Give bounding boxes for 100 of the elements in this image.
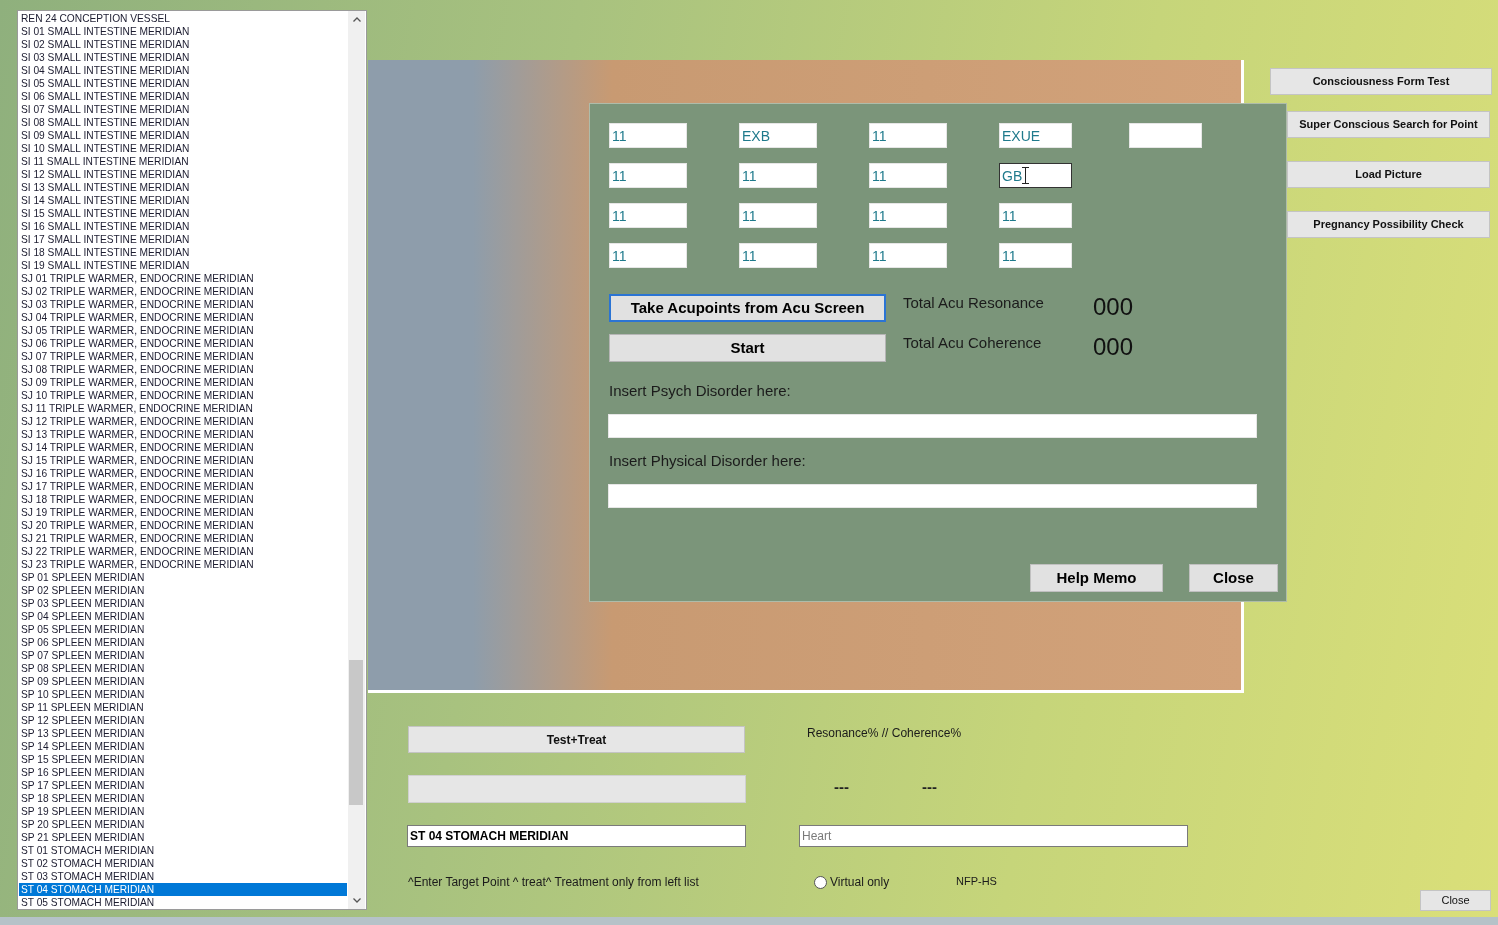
list-item[interactable]: SJ 06 TRIPLE WARMER, ENDOCRINE MERIDIAN — [19, 337, 347, 350]
point-field[interactable]: 11 — [999, 243, 1072, 268]
list-item[interactable]: SI 04 SMALL INTESTINE MERIDIAN — [19, 64, 347, 77]
point-field[interactable]: EXUE — [999, 123, 1072, 148]
list-item[interactable]: SJ 19 TRIPLE WARMER, ENDOCRINE MERIDIAN — [19, 506, 347, 519]
list-item[interactable]: SP 15 SPLEEN MERIDIAN — [19, 753, 347, 766]
list-item[interactable]: SP 02 SPLEEN MERIDIAN — [19, 584, 347, 597]
list-item[interactable]: REN 24 CONCEPTION VESSEL — [19, 12, 347, 25]
list-item[interactable]: SJ 20 TRIPLE WARMER, ENDOCRINE MERIDIAN — [19, 519, 347, 532]
list-item[interactable]: SP 09 SPLEEN MERIDIAN — [19, 675, 347, 688]
list-item[interactable]: SJ 05 TRIPLE WARMER, ENDOCRINE MERIDIAN — [19, 324, 347, 337]
list-item[interactable]: SJ 16 TRIPLE WARMER, ENDOCRINE MERIDIAN — [19, 467, 347, 480]
point-field[interactable]: 11 — [869, 123, 947, 148]
point-field[interactable]: 11 — [739, 163, 817, 188]
side-button[interactable]: Pregnancy Possibility Check — [1287, 211, 1490, 238]
point-field[interactable]: 11 — [999, 203, 1072, 228]
list-item[interactable]: SP 12 SPLEEN MERIDIAN — [19, 714, 347, 727]
radio-button[interactable] — [814, 875, 827, 889]
point-field[interactable]: 11 — [739, 243, 817, 268]
scroll-up-icon[interactable] — [352, 17, 361, 22]
list-item[interactable]: SI 15 SMALL INTESTINE MERIDIAN — [19, 207, 347, 220]
list-item[interactable]: SP 07 SPLEEN MERIDIAN — [19, 649, 347, 662]
point-field[interactable]: 11 — [609, 243, 687, 268]
start-button[interactable]: Start — [609, 334, 886, 362]
target-point-field[interactable]: ST 04 STOMACH MERIDIAN — [407, 825, 746, 847]
list-item[interactable]: SP 10 SPLEEN MERIDIAN — [19, 688, 347, 701]
list-item[interactable]: SP 18 SPLEEN MERIDIAN — [19, 792, 347, 805]
list-item[interactable]: SJ 01 TRIPLE WARMER, ENDOCRINE MERIDIAN — [19, 272, 347, 285]
list-item[interactable]: SJ 21 TRIPLE WARMER, ENDOCRINE MERIDIAN — [19, 532, 347, 545]
side-button[interactable]: Consciousness Form Test — [1270, 68, 1492, 95]
meridian-list[interactable] — [17, 10, 367, 910]
list-item[interactable]: SP 19 SPLEEN MERIDIAN — [19, 805, 347, 818]
list-item[interactable]: SJ 17 TRIPLE WARMER, ENDOCRINE MERIDIAN — [19, 480, 347, 493]
disorder-field[interactable] — [608, 484, 1257, 508]
disorder-field[interactable] — [608, 414, 1257, 438]
point-field[interactable]: 11 — [609, 163, 687, 188]
list-item[interactable]: SP 13 SPLEEN MERIDIAN — [19, 727, 347, 740]
list-item[interactable]: SI 12 SMALL INTESTINE MERIDIAN — [19, 168, 347, 181]
list-item[interactable]: SP 20 SPLEEN MERIDIAN — [19, 818, 347, 831]
list-item[interactable]: SI 17 SMALL INTESTINE MERIDIAN — [19, 233, 347, 246]
organ-field[interactable]: Heart — [799, 825, 1188, 847]
list-item[interactable]: SP 16 SPLEEN MERIDIAN — [19, 766, 347, 779]
list-item[interactable]: SJ 12 TRIPLE WARMER, ENDOCRINE MERIDIAN — [19, 415, 347, 428]
list-item[interactable]: SI 01 SMALL INTESTINE MERIDIAN — [19, 25, 347, 38]
list-item[interactable]: SJ 10 TRIPLE WARMER, ENDOCRINE MERIDIAN — [19, 389, 347, 402]
list-item[interactable]: SP 21 SPLEEN MERIDIAN — [19, 831, 347, 844]
point-field[interactable]: 11 — [609, 203, 687, 228]
list-item[interactable]: SI 05 SMALL INTESTINE MERIDIAN — [19, 77, 347, 90]
side-button[interactable]: Load Picture — [1287, 161, 1490, 188]
point-field[interactable] — [1129, 123, 1202, 148]
scroll-down-icon[interactable] — [352, 898, 361, 903]
list-item[interactable]: SJ 02 TRIPLE WARMER, ENDOCRINE MERIDIAN — [19, 285, 347, 298]
test-treat-button[interactable]: Test+Treat — [408, 726, 745, 753]
list-item[interactable]: SJ 23 TRIPLE WARMER, ENDOCRINE MERIDIAN — [19, 558, 347, 571]
list-item[interactable]: SJ 11 TRIPLE WARMER, ENDOCRINE MERIDIAN — [19, 402, 347, 415]
list-item[interactable]: ST 03 STOMACH MERIDIAN — [19, 870, 347, 883]
list-item[interactable]: SI 11 SMALL INTESTINE MERIDIAN — [19, 155, 347, 168]
list-item[interactable]: SI 03 SMALL INTESTINE MERIDIAN — [19, 51, 347, 64]
point-field[interactable]: 11 — [739, 203, 817, 228]
list-item[interactable]: SP 01 SPLEEN MERIDIAN — [19, 571, 347, 584]
list-item[interactable]: ST 02 STOMACH MERIDIAN — [19, 857, 347, 870]
close-button[interactable]: Close — [1189, 564, 1278, 592]
list-item[interactable]: SP 05 SPLEEN MERIDIAN — [19, 623, 347, 636]
point-field[interactable]: 11 — [869, 203, 947, 228]
point-field[interactable]: 11 — [609, 123, 687, 148]
list-item[interactable]: SJ 14 TRIPLE WARMER, ENDOCRINE MERIDIAN — [19, 441, 347, 454]
list-item[interactable]: SI 08 SMALL INTESTINE MERIDIAN — [19, 116, 347, 129]
radio-label[interactable]: Virtual only — [830, 875, 890, 889]
point-field[interactable]: 11 — [869, 243, 947, 268]
point-field[interactable]: GB — [999, 163, 1072, 188]
list-item[interactable]: SP 14 SPLEEN MERIDIAN — [19, 740, 347, 753]
list-item[interactable]: SJ 04 TRIPLE WARMER, ENDOCRINE MERIDIAN — [19, 311, 347, 324]
list-item[interactable]: ST 04 STOMACH MERIDIAN — [19, 883, 347, 896]
list-item[interactable]: SJ 15 TRIPLE WARMER, ENDOCRINE MERIDIAN — [19, 454, 347, 467]
list-item[interactable]: SI 07 SMALL INTESTINE MERIDIAN — [19, 103, 347, 116]
point-field[interactable]: EXB — [739, 123, 817, 148]
list-item[interactable]: SI 18 SMALL INTESTINE MERIDIAN — [19, 246, 347, 259]
list-item[interactable]: SI 14 SMALL INTESTINE MERIDIAN — [19, 194, 347, 207]
list-item[interactable]: SI 09 SMALL INTESTINE MERIDIAN — [19, 129, 347, 142]
list-item[interactable]: SJ 18 TRIPLE WARMER, ENDOCRINE MERIDIAN — [19, 493, 347, 506]
list-item[interactable]: SP 17 SPLEEN MERIDIAN — [19, 779, 347, 792]
help-memo-button[interactable]: Help Memo — [1030, 564, 1163, 592]
close-button[interactable]: Close — [1420, 890, 1491, 911]
list-item[interactable]: SI 06 SMALL INTESTINE MERIDIAN — [19, 90, 347, 103]
list-item[interactable]: ST 05 STOMACH MERIDIAN — [19, 896, 347, 909]
list-item[interactable]: SJ 07 TRIPLE WARMER, ENDOCRINE MERIDIAN — [19, 350, 347, 363]
status-field[interactable] — [408, 775, 746, 803]
list-item[interactable]: SI 10 SMALL INTESTINE MERIDIAN — [19, 142, 347, 155]
scrollbar[interactable] — [348, 11, 365, 909]
list-item[interactable]: SP 06 SPLEEN MERIDIAN — [19, 636, 347, 649]
side-button[interactable]: Super Conscious Search for Point — [1287, 111, 1490, 138]
list-item[interactable]: SP 03 SPLEEN MERIDIAN — [19, 597, 347, 610]
list-item[interactable]: SI 19 SMALL INTESTINE MERIDIAN — [19, 259, 347, 272]
list-item[interactable]: SJ 13 TRIPLE WARMER, ENDOCRINE MERIDIAN — [19, 428, 347, 441]
list-item[interactable]: ST 01 STOMACH MERIDIAN — [19, 844, 347, 857]
point-field[interactable]: 11 — [869, 163, 947, 188]
list-item[interactable]: SJ 22 TRIPLE WARMER, ENDOCRINE MERIDIAN — [19, 545, 347, 558]
list-item[interactable]: SJ 08 TRIPLE WARMER, ENDOCRINE MERIDIAN — [19, 363, 347, 376]
list-item[interactable]: SI 02 SMALL INTESTINE MERIDIAN — [19, 38, 347, 51]
scrollbar-thumb[interactable] — [349, 660, 363, 805]
